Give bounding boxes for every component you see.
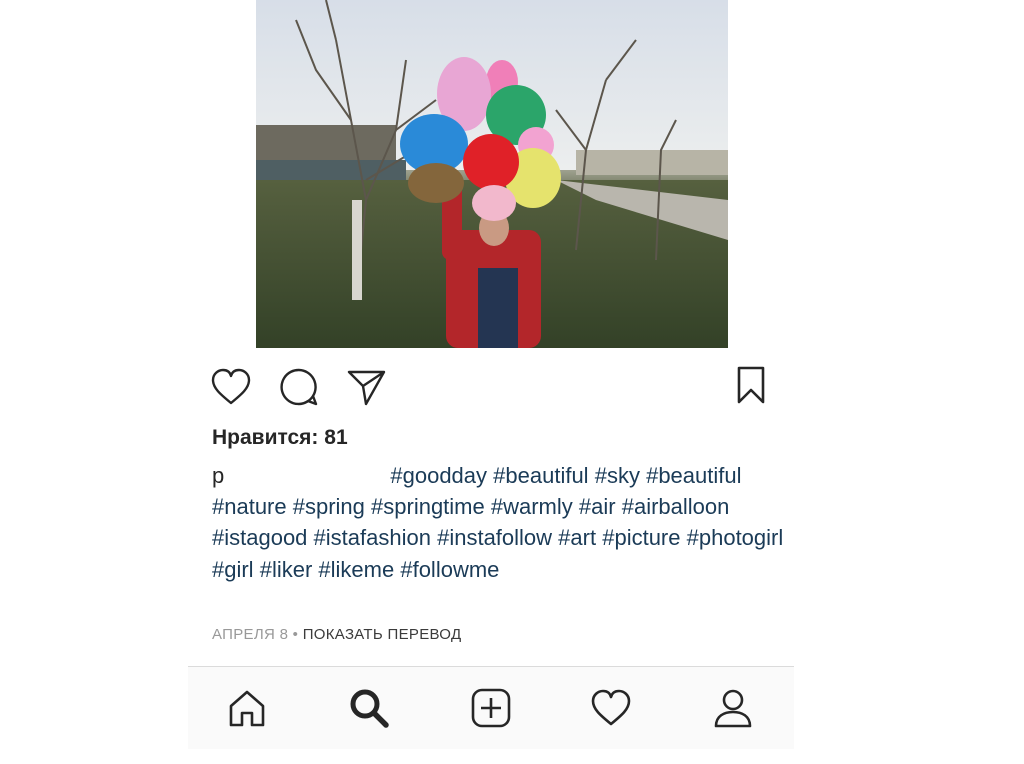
tab-profile[interactable] [708, 683, 758, 733]
hashtag-link[interactable]: #nature [212, 494, 287, 519]
tab-new-post[interactable] [466, 683, 516, 733]
hashtag-link[interactable]: #springtime [371, 494, 485, 519]
hashtag-link[interactable]: #art [558, 525, 596, 550]
comment-button[interactable] [277, 365, 321, 409]
save-button[interactable] [729, 363, 773, 407]
hashtag-link[interactable]: #likeme [318, 557, 394, 582]
bottom-tab-bar [188, 666, 794, 749]
hashtag-link[interactable]: #airballoon [622, 494, 730, 519]
hashtag-link[interactable]: #goodday [390, 463, 487, 488]
activity-heart-icon [591, 689, 631, 726]
post-meta: АПРЕЛЯ 8 • ПОКАЗАТЬ ПЕРЕВОД [212, 626, 461, 643]
paper-plane-icon [347, 370, 386, 406]
tab-home[interactable] [222, 683, 272, 733]
hashtag-list: #goodday #beautiful #sky #beautiful #nat… [212, 463, 783, 582]
profile-icon [714, 689, 752, 728]
new-post-icon [471, 688, 511, 728]
hashtag-link[interactable]: #followme [400, 557, 499, 582]
hashtag-link[interactable]: #istafashion [314, 525, 431, 550]
hashtag-link[interactable]: #beautiful [493, 463, 588, 488]
meta-separator: • [288, 626, 303, 643]
like-button[interactable] [209, 365, 253, 409]
hashtag-link[interactable]: #warmly [491, 494, 573, 519]
photo-scene [256, 0, 728, 348]
comment-bubble-icon [280, 368, 318, 406]
tab-search[interactable] [344, 683, 394, 733]
tab-activity[interactable] [586, 683, 636, 733]
post-caption: p #goodday #beautiful #sky #beautiful #n… [212, 460, 792, 585]
likes-count[interactable]: Нравится: 81 [212, 426, 348, 450]
heart-outline-icon [211, 368, 251, 405]
hashtag-link[interactable]: #photogirl [687, 525, 784, 550]
hashtag-link[interactable]: #girl [212, 557, 254, 582]
search-icon [350, 689, 389, 728]
hashtag-link[interactable]: #air [579, 494, 616, 519]
home-icon [229, 690, 265, 727]
post-date: АПРЕЛЯ 8 [212, 626, 289, 643]
hashtag-link[interactable]: #istagood [212, 525, 307, 550]
hashtag-link[interactable]: #liker [260, 557, 313, 582]
hashtag-link[interactable]: #instafollow [437, 525, 552, 550]
hashtag-link[interactable]: #picture [602, 525, 680, 550]
caption-username[interactable]: p [212, 463, 224, 488]
post-photo[interactable] [256, 0, 728, 348]
hashtag-link[interactable]: #sky [595, 463, 640, 488]
show-translation-link[interactable]: ПОКАЗАТЬ ПЕРЕВОД [303, 626, 462, 643]
bookmark-icon [737, 366, 765, 404]
hashtag-link[interactable]: #beautiful [646, 463, 741, 488]
hashtag-link[interactable]: #spring [293, 494, 365, 519]
share-button[interactable] [344, 365, 388, 409]
